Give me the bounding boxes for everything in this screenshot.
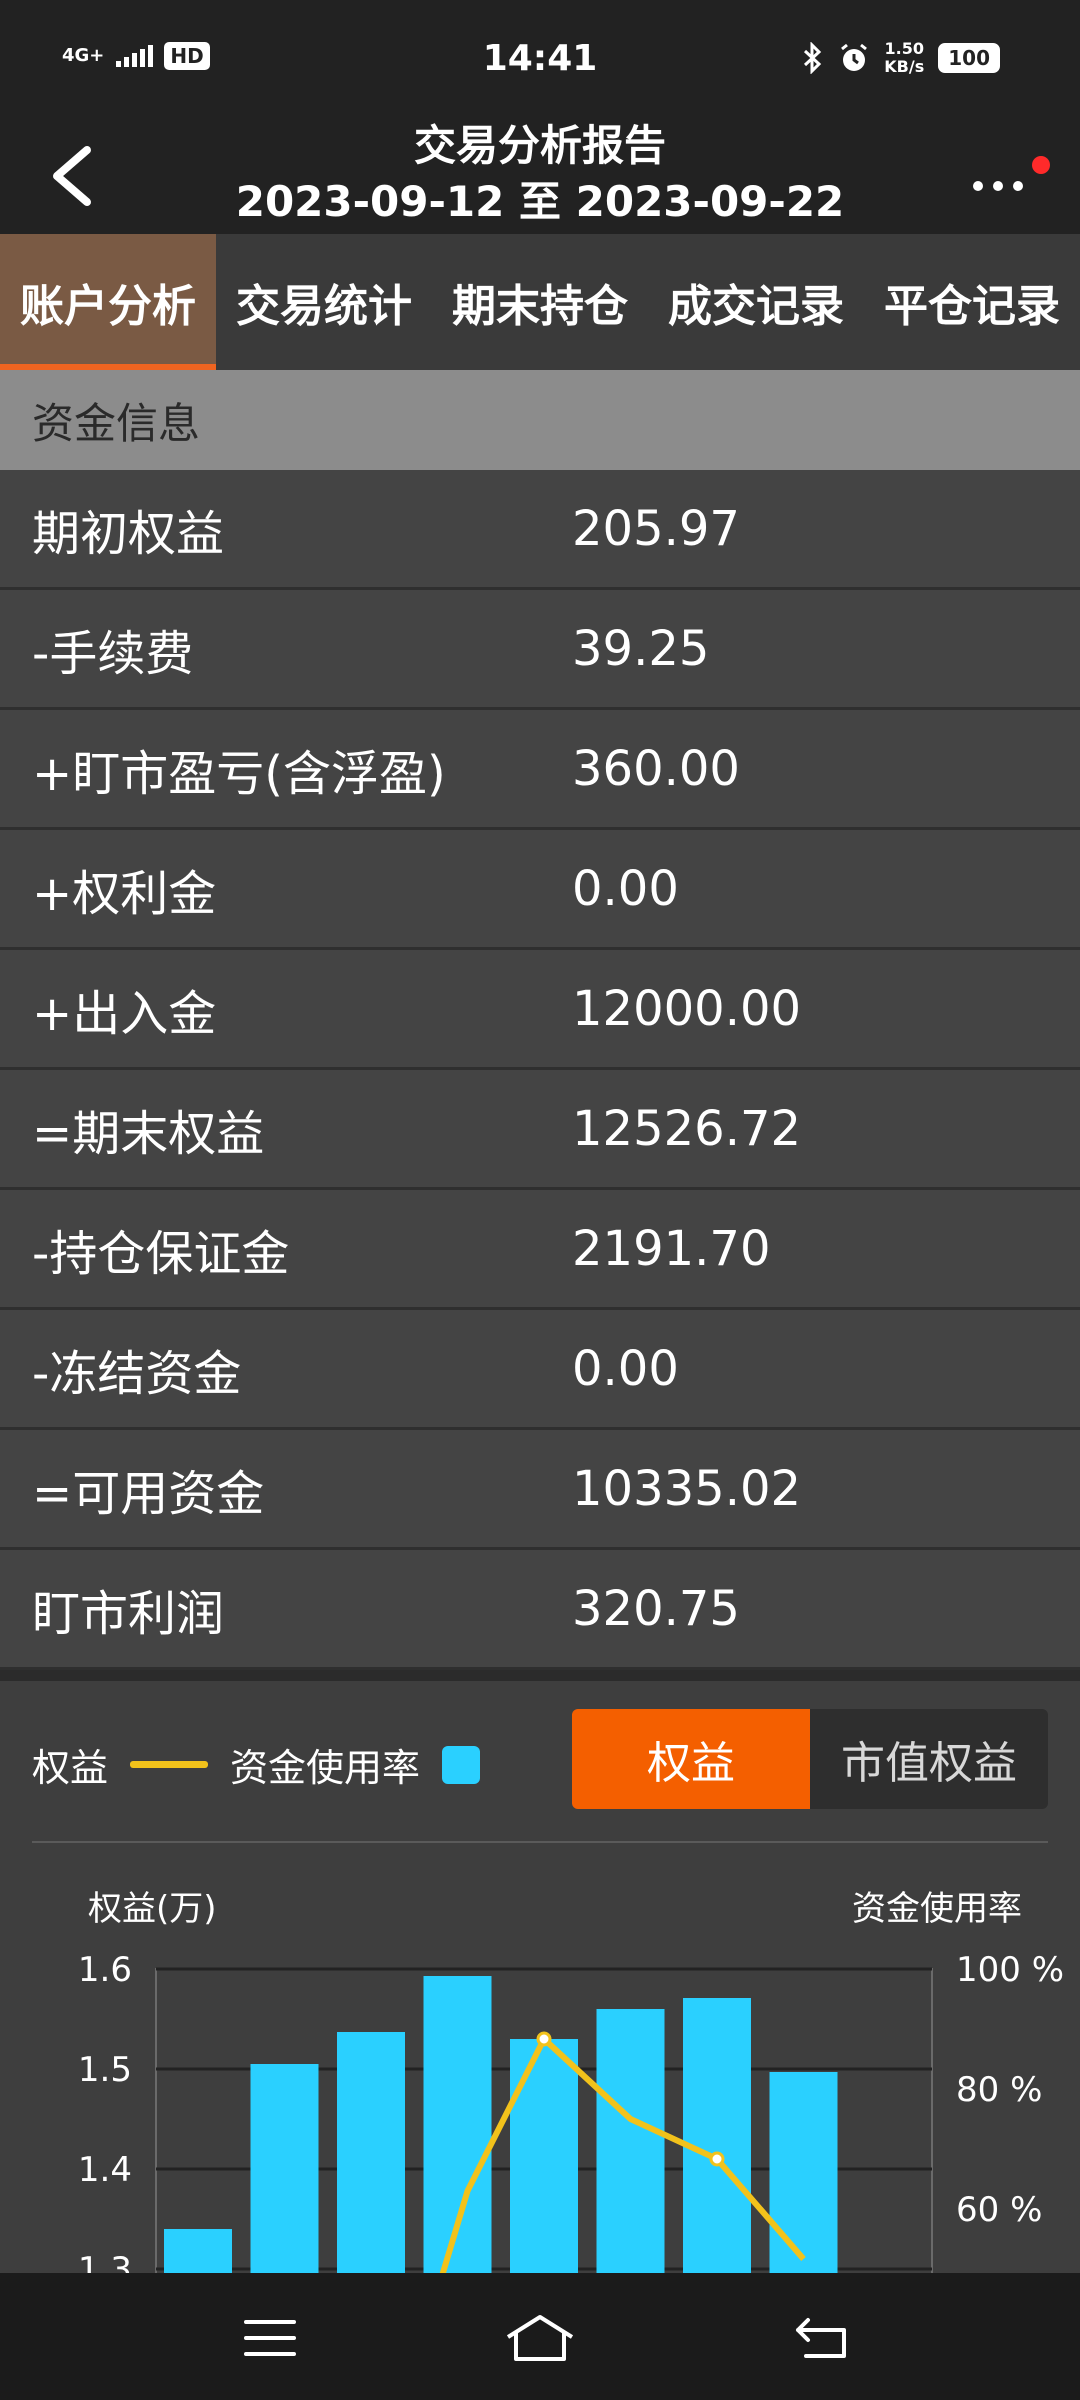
right-tick-label: 60 % xyxy=(956,2190,1042,2230)
chart-toggle: 权益 市值权益 xyxy=(572,1709,1048,1809)
divider xyxy=(32,1841,1048,1843)
table-row: 盯市利润 320.75 xyxy=(0,1550,1080,1670)
legend-usage-label: 资金使用率 xyxy=(230,1746,421,1790)
menu-button[interactable] xyxy=(210,2303,330,2373)
line-point xyxy=(536,2031,552,2047)
bar xyxy=(250,2064,319,2273)
speed-value: 1.50 xyxy=(884,39,924,58)
legend-equity-label: 权益 xyxy=(32,1746,109,1790)
row-value: 205.97 xyxy=(572,500,740,557)
bar xyxy=(769,2072,838,2273)
bar xyxy=(683,1998,751,2273)
table-row: -持仓保证金 2191.70 xyxy=(0,1190,1080,1310)
system-nav-bar xyxy=(0,2273,1080,2400)
row-label: +盯市盈亏(含浮盈) xyxy=(32,745,446,802)
home-button[interactable] xyxy=(480,2303,600,2373)
legend-line-swatch xyxy=(130,1761,209,1768)
bar xyxy=(510,2039,578,2273)
table-row: +出入金 12000.00 xyxy=(0,950,1080,1070)
chart-panel: 权益 资金使用率 权益 市值权益 权益(万) 资金使用率 1.6 1.5 1.4 1.… xyxy=(0,1673,1080,2273)
row-label: 盯市利润 xyxy=(32,1585,225,1642)
header-title-block: 交易分析报告 2023-09-12 至 2023-09-22 xyxy=(0,118,1080,230)
row-value: 2191.70 xyxy=(572,1220,771,1277)
left-tick-label: 1.5 xyxy=(78,2050,132,2090)
row-value: 0.00 xyxy=(572,1340,679,1397)
section-title: 资金信息 xyxy=(0,370,1080,470)
row-value: 10335.02 xyxy=(572,1460,802,1517)
row-label: =期末权益 xyxy=(32,1105,265,1162)
row-label: -持仓保证金 xyxy=(32,1225,290,1282)
table-row: =期末权益 12526.72 xyxy=(0,1070,1080,1190)
page-title: 交易分析报告 xyxy=(413,121,666,170)
status-right: 1.50 KB/s 100 xyxy=(802,40,1000,76)
return-icon xyxy=(796,2318,846,2358)
bluetooth-icon xyxy=(804,42,822,74)
back-button[interactable] xyxy=(30,136,110,216)
row-label: +权利金 xyxy=(32,865,217,922)
table-row: =可用资金 10335.02 xyxy=(0,1430,1080,1550)
row-value: 360.00 xyxy=(572,740,740,797)
more-button[interactable] xyxy=(970,148,1050,208)
tab-bar: 账户分析 交易统计 期末持仓 成交记录 平仓记录 xyxy=(0,234,1080,370)
table-row: -手续费 39.25 xyxy=(0,590,1080,710)
legend-bar-swatch xyxy=(442,1745,481,1784)
date-range: 2023-09-12 至 2023-09-22 xyxy=(235,177,845,226)
status-bar: 4G+ HD 14:41 1.50 KB/s 100 xyxy=(0,0,1080,118)
toggle-market-equity-button[interactable]: 市值权益 xyxy=(810,1709,1048,1809)
fund-info-list: 期初权益 205.97 -手续费 39.25 +盯市盈亏(含浮盈) 360.00 +权… xyxy=(0,470,1080,1670)
tab-trade-statistics[interactable]: 交易统计 xyxy=(216,234,432,370)
menu-icon xyxy=(244,2320,296,2356)
row-label: -冻结资金 xyxy=(32,1345,242,1402)
row-label: +出入金 xyxy=(32,985,217,1042)
table-row: -冻结资金 0.00 xyxy=(0,1310,1080,1430)
right-axis-title: 资金使用率 xyxy=(852,1889,1022,1929)
speed-unit: KB/s xyxy=(884,57,925,76)
row-value: 12526.72 xyxy=(572,1100,802,1157)
bar xyxy=(596,2009,665,2273)
row-label: 期初权益 xyxy=(32,505,225,562)
tab-close-records[interactable]: 平仓记录 xyxy=(864,234,1080,370)
row-value: 12000.00 xyxy=(572,980,802,1037)
left-tick-label: 1.6 xyxy=(78,1951,132,1990)
table-row: +盯市盈亏(含浮盈) 360.00 xyxy=(0,710,1080,830)
left-tick-label: 1.4 xyxy=(78,2150,132,2190)
left-tick-label: 1.3 xyxy=(78,2250,132,2273)
tab-account-analysis[interactable]: 账户分析 xyxy=(0,234,216,370)
battery-icon: 100 xyxy=(938,43,1000,73)
more-dots-icon xyxy=(973,181,1023,191)
table-row: +权利金 0.00 xyxy=(0,830,1080,950)
right-tick-label: 100 % xyxy=(956,1951,1064,1990)
line-point xyxy=(709,2151,725,2167)
row-label: =可用资金 xyxy=(32,1465,265,1522)
equity-chart: 1.6 1.5 1.4 1.3 100 % 80 % 60 % xyxy=(78,1951,1064,2273)
row-label: -手续费 xyxy=(32,625,194,682)
bar xyxy=(337,2032,405,2273)
toggle-equity-button[interactable]: 权益 xyxy=(572,1709,810,1809)
chart-legend: 权益 资金使用率 xyxy=(32,1737,481,1792)
alarm-icon xyxy=(841,43,868,71)
tab-end-positions[interactable]: 期末持仓 xyxy=(432,234,648,370)
table-row: 期初权益 205.97 xyxy=(0,470,1080,590)
row-value: 39.25 xyxy=(572,620,710,677)
network-speed: 1.50 KB/s xyxy=(884,40,924,76)
left-axis-title: 权益(万) xyxy=(88,1889,217,1929)
back-nav-button[interactable] xyxy=(764,2303,884,2373)
tab-trade-records[interactable]: 成交记录 xyxy=(648,234,864,370)
row-value: 0.00 xyxy=(572,860,679,917)
right-tick-label: 80 % xyxy=(956,2070,1042,2110)
row-value: 320.75 xyxy=(572,1580,740,1637)
notification-dot xyxy=(1032,156,1050,174)
bar xyxy=(164,2229,232,2273)
app-header: 交易分析报告 2023-09-12 至 2023-09-22 xyxy=(0,118,1080,234)
chevron-left-icon xyxy=(53,146,91,206)
home-icon xyxy=(506,2315,574,2361)
